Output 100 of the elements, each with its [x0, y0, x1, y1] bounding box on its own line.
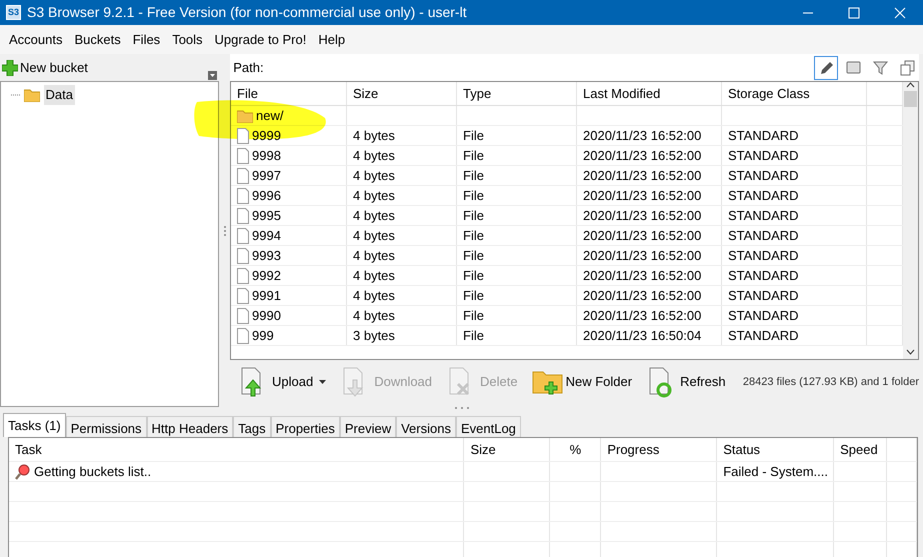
file-name[interactable]: 9991: [252, 286, 281, 306]
overflow-icon[interactable]: [208, 71, 218, 80]
table-cell-text: File: [463, 326, 484, 345]
column-header[interactable]: Size: [347, 82, 457, 105]
path-label: Path:: [232, 58, 265, 77]
file-name[interactable]: 9995: [252, 206, 281, 226]
column-header[interactable]: Storage Class: [722, 82, 867, 105]
table-cell-text: STANDARD: [728, 286, 799, 305]
table-cell-text: File: [463, 146, 484, 165]
file-icon: [237, 328, 249, 344]
folder-icon: [237, 108, 253, 122]
tab[interactable]: Http Headers: [146, 416, 234, 437]
file-summary: 28423 files (127.93 KB) and 1 folder: [742, 374, 919, 390]
file-name[interactable]: 9993: [252, 246, 281, 266]
table-cell-text: 2020/11/23 16:52:00: [583, 286, 702, 305]
tree-item[interactable]: Data: [44, 85, 75, 104]
column-header[interactable]: Progress: [601, 438, 718, 461]
table-cell-text: STANDARD: [728, 246, 799, 265]
column-header[interactable]: Size: [464, 438, 550, 461]
file-icon: [237, 148, 249, 164]
file-icon: [237, 168, 249, 184]
file-name[interactable]: 9999: [252, 126, 281, 146]
table-cell-text: STANDARD: [728, 226, 799, 245]
menu-item[interactable]: Files: [126, 30, 166, 50]
file-name[interactable]: 9996: [252, 186, 281, 206]
column-header[interactable]: Status: [717, 438, 834, 461]
table-cell-text: 2020/11/23 16:52:00: [583, 266, 702, 285]
table-cell-text: 4 bytes: [353, 186, 395, 205]
table-cell-text: STANDARD: [728, 146, 799, 165]
table-cell-text: 4 bytes: [353, 166, 395, 185]
column-header[interactable]: Speed: [834, 438, 888, 461]
splitter-grip: [224, 226, 226, 236]
table-cell-text: 2020/11/23 16:50:04: [583, 326, 702, 345]
caret-icon[interactable]: [319, 380, 326, 384]
file-name[interactable]: 9992: [252, 266, 281, 286]
scroll-down-icon[interactable]: [906, 349, 915, 355]
close-icon[interactable]: [894, 6, 906, 18]
tab[interactable]: EventLog: [456, 416, 521, 437]
scroll-up-icon[interactable]: [906, 82, 915, 88]
file-icon: [237, 248, 249, 264]
app-icon: S3: [6, 5, 21, 20]
tab[interactable]: Tasks (1): [3, 413, 66, 437]
tab[interactable]: Properties: [270, 416, 340, 437]
toolbar-button[interactable]: Upload: [234, 366, 330, 398]
toolbar-button: Download: [336, 366, 436, 398]
toolbar-button: Delete: [442, 366, 522, 398]
column-header[interactable]: Last Modified: [577, 82, 722, 105]
file-name[interactable]: 999: [252, 326, 274, 346]
menu-item[interactable]: Buckets: [68, 30, 127, 50]
table-cell-text: File: [463, 266, 484, 285]
toolbar-button[interactable]: New Folder: [528, 366, 636, 398]
menu-item[interactable]: Accounts: [3, 30, 68, 50]
table-cell-text: File: [463, 306, 484, 325]
table-cell-text: 4 bytes: [353, 306, 395, 325]
table-cell-text: File: [463, 186, 484, 205]
file-name[interactable]: 9998: [252, 146, 281, 166]
table-cell-text: 2020/11/23 16:52:00: [583, 306, 702, 325]
table-cell-text: STANDARD: [728, 186, 799, 205]
maximize-icon[interactable]: [848, 6, 860, 18]
menu-item[interactable]: Help: [312, 30, 352, 50]
table-cell-text: File: [463, 206, 484, 225]
scrollbar-thumb[interactable]: [904, 91, 917, 107]
window-title: S3 Browser 9.2.1 - Free Version (for non-commercial use only) - user-lt: [27, 3, 467, 22]
table-cell-text: 2020/11/23 16:52:00: [583, 166, 702, 185]
column-header[interactable]: %: [550, 438, 602, 461]
tab[interactable]: Versions: [396, 416, 456, 437]
table-cell-text: 2020/11/23 16:52:00: [583, 206, 702, 225]
task-name: Getting buckets list..: [34, 462, 152, 481]
folder-name[interactable]: new/: [256, 106, 284, 126]
table-cell-text: 4 bytes: [353, 226, 395, 245]
menu-item[interactable]: Tools: [166, 30, 209, 50]
table-cell-text: 3 bytes: [353, 326, 395, 345]
tab[interactable]: Tags: [233, 416, 271, 437]
file-icon: [237, 208, 249, 224]
new-bucket-button[interactable]: New bucket: [2, 58, 88, 78]
file-name[interactable]: 9990: [252, 306, 281, 326]
menu-item[interactable]: Upgrade to Pro!: [208, 30, 312, 50]
file-icon: [237, 228, 249, 244]
table-cell-text: 4 bytes: [353, 286, 395, 305]
table-cell-text: 2020/11/23 16:52:00: [583, 146, 702, 165]
column-header[interactable]: Type: [457, 82, 577, 105]
file-name[interactable]: 9997: [252, 166, 281, 186]
scrollbar[interactable]: [903, 82, 918, 359]
column-header[interactable]: Task: [9, 438, 464, 461]
tab[interactable]: Preview: [340, 416, 396, 437]
table-cell-text: 2020/11/23 16:52:00: [583, 126, 702, 145]
folder-icon: [24, 88, 40, 102]
table-cell-text: 4 bytes: [353, 246, 395, 265]
file-icon: [237, 128, 249, 144]
table-cell-text: 4 bytes: [353, 126, 395, 145]
file-name[interactable]: 9994: [252, 226, 281, 246]
table-cell-text: 4 bytes: [353, 146, 395, 165]
table-cell-text: STANDARD: [728, 166, 799, 185]
table-cell-text: STANDARD: [728, 266, 799, 285]
table-cell-text: STANDARD: [728, 126, 799, 145]
pencil-icon[interactable]: [814, 56, 838, 80]
file-icon: [237, 288, 249, 304]
tab[interactable]: Permissions: [66, 416, 147, 437]
toolbar-button[interactable]: Refresh: [642, 366, 730, 398]
table-cell-text: Failed - System....: [723, 462, 828, 481]
